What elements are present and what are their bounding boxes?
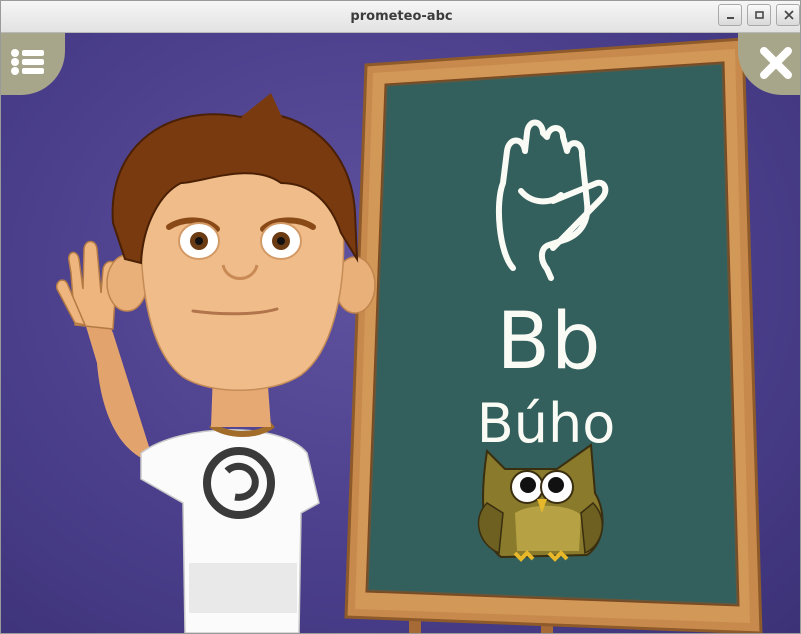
- title-bar: prometeo-abc: [1, 1, 800, 33]
- boy-character: [55, 93, 376, 633]
- game-area: Bb Búho: [1, 33, 800, 633]
- maximize-icon: [755, 11, 764, 19]
- window-close-button[interactable]: [776, 4, 800, 26]
- window-controls: [713, 4, 800, 26]
- window-title: prometeo-abc: [350, 9, 453, 24]
- maximize-button[interactable]: [747, 4, 771, 26]
- app-window: prometeo-abc Bb Búho: [0, 0, 801, 634]
- minimize-icon: [727, 17, 734, 19]
- scene-illustration: [55, 37, 763, 633]
- board-word: Búho: [476, 392, 616, 455]
- list-menu-icon: [11, 49, 44, 75]
- board-letters: Bb: [496, 297, 602, 387]
- close-x-icon: [760, 47, 792, 79]
- minimize-button[interactable]: [718, 4, 742, 26]
- close-icon: [784, 10, 794, 20]
